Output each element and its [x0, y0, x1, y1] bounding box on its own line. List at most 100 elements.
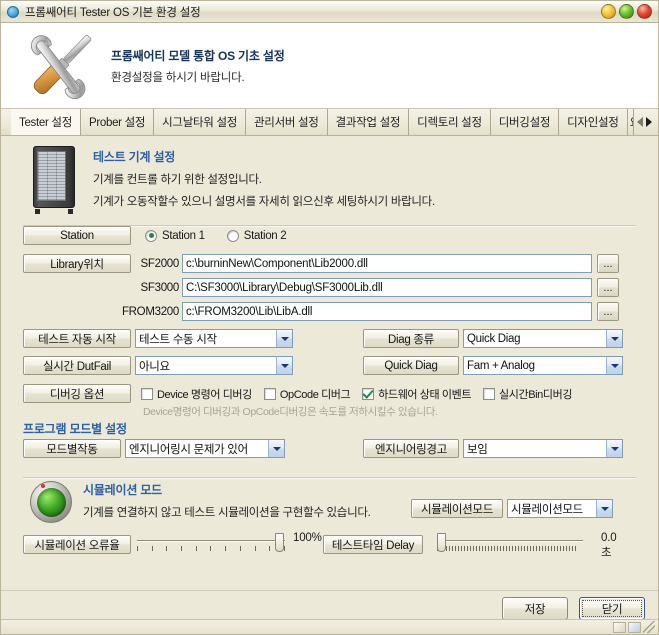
library-input-sf3000[interactable]: C:\SF3000\Library\Debug\SF3000Lib.dll — [182, 278, 592, 297]
chevron-down-icon[interactable] — [606, 330, 622, 347]
diag-type-select[interactable]: Quick Diag — [463, 329, 623, 348]
station-label[interactable]: Station — [23, 226, 131, 245]
library-path-label[interactable]: Library위치 — [23, 254, 131, 273]
tab-admin-server-settings[interactable]: 관리서버 설정 — [246, 109, 328, 135]
tab-overflow-partial[interactable]: 요 — [628, 109, 634, 135]
eng-warn-label[interactable]: 엔지니어링경고 — [363, 439, 459, 458]
maximize-button-icon[interactable] — [619, 4, 634, 19]
library-input-from3200[interactable]: c:\FROM3200\Lib\LibA.dll — [182, 302, 592, 321]
tab-scroll-left-icon[interactable] — [637, 117, 643, 127]
checkbox-device-command-debug[interactable]: Device 명령어 디버깅 — [141, 386, 252, 402]
diag-type-label[interactable]: Diag 종류 — [363, 329, 459, 348]
save-button[interactable]: 저장 — [502, 597, 568, 620]
simulation-title: 시뮬레이션 모드 — [83, 483, 163, 497]
chevron-down-icon[interactable] — [268, 440, 284, 457]
radio-station-2[interactable]: Station 2 — [226, 229, 287, 242]
auto-start-select[interactable]: 테스트 수동 시작 — [135, 329, 293, 348]
diag-type-row: Diag 종류 Quick Diag — [363, 329, 623, 348]
resize-grip-icon[interactable] — [643, 621, 655, 633]
auto-start-label[interactable]: 테스트 자동 시작 — [23, 329, 131, 348]
quick-diag-select[interactable]: Fam + Analog — [463, 356, 623, 375]
close-button-icon[interactable] — [637, 4, 652, 19]
dutfail-label[interactable]: 실시간 DutFail — [23, 356, 131, 375]
radio-station-1[interactable]: Station 1 — [145, 229, 205, 242]
banner-subtitle: 환경설정을 하시기 바랍니다. — [111, 72, 245, 84]
simulation-text: 시뮬레이션 모드 기계를 연결하지 않고 테스트 시뮬레이션을 구현할수 있습니… — [83, 481, 371, 520]
library-browse-sf3000[interactable]: ... — [597, 278, 619, 297]
station-row: Station Station 1 Station 2 — [23, 226, 287, 245]
eng-warn-row: 엔지니어링경고 보임 — [363, 439, 623, 458]
checkbox-opcode-debug[interactable]: OpCode 디버그 — [263, 386, 351, 402]
chevron-down-icon[interactable] — [276, 330, 292, 347]
app-window: 프롬쌔어티 Tester OS 기본 환경 설정 프롬쌔어티 모델 통합 OS … — [0, 0, 659, 635]
status-cell-1 — [613, 621, 626, 633]
delay-label-wrap: 테스트타임 Delay — [323, 535, 423, 554]
auto-start-row: 테스트 자동 시작 테스트 수동 시작 — [23, 329, 293, 348]
dutfail-select[interactable]: 아니요 — [135, 356, 293, 375]
app-icon — [7, 5, 19, 18]
simulation-mode-label[interactable]: 시뮬레이션모드 — [411, 499, 503, 518]
simulation-mode-row: 시뮬레이션모드 시뮬레이션모드 — [411, 499, 613, 518]
slider-track — [137, 540, 285, 542]
mode-action-select[interactable]: 엔지니어링시 문제가 있어 — [125, 439, 285, 458]
quick-diag-label[interactable]: Quick Diag — [363, 356, 459, 375]
delay-value: 0.0초 — [601, 532, 617, 559]
mode-action-label[interactable]: 모드별작동 — [23, 439, 121, 458]
library-browse-sf2000[interactable]: ... — [597, 254, 619, 273]
chevron-down-icon[interactable] — [606, 357, 622, 374]
chevron-down-icon[interactable] — [596, 500, 612, 517]
window-title: 프롬쌔어티 Tester OS 기본 환경 설정 — [25, 6, 201, 19]
section-line-1: 기계를 컨트롤 하기 위한 설정입니다. — [93, 174, 262, 186]
debug-options-label[interactable]: 디버깅 옵션 — [23, 384, 131, 403]
library-input-sf2000[interactable]: c:\burninNew\Component\Lib2000.dll — [182, 254, 592, 273]
radio-dot-station-1 — [145, 229, 157, 242]
close-button[interactable]: 닫기 — [579, 597, 645, 620]
eng-warn-select[interactable]: 보임 — [463, 439, 623, 458]
window-controls — [601, 4, 652, 19]
tab-directory-settings[interactable]: 디렉토리 설정 — [409, 109, 491, 135]
delay-slider[interactable]: 0.0초 — [437, 532, 617, 559]
slider-thumb[interactable] — [275, 533, 284, 552]
tab-strip: Tester 설정 Prober 설정 시그날타워 설정 관리서버 설정 결과작… — [1, 109, 658, 136]
library-row-sf3000: SF3000 C:\SF3000\Library\Debug\SF3000Lib… — [131, 278, 639, 297]
tab-debugging-settings[interactable]: 디버깅설정 — [491, 109, 560, 135]
library-label-wrap: Library위치 — [23, 254, 131, 273]
chevron-down-icon[interactable] — [606, 440, 622, 457]
checkbox-box — [263, 387, 276, 400]
header-banner: 프롬쌔어티 모델 통합 OS 기초 설정 환경설정을 하시기 바랍니다. — [1, 23, 658, 109]
slider-thumb[interactable] — [437, 533, 446, 552]
library-browse-from3200[interactable]: ... — [597, 302, 619, 321]
section-header: 테스트 기계 설정 기계를 컨트롤 하기 위한 설정입니다. 기계가 오동작할수… — [1, 136, 658, 214]
checkbox-box — [483, 387, 496, 400]
tab-design-settings[interactable]: 디자인설정 — [559, 109, 628, 135]
tab-scroll-right-icon[interactable] — [646, 117, 652, 127]
error-rate-label[interactable]: 시뮬레이션 오류율 — [23, 535, 131, 554]
simulation-mode-select[interactable]: 시뮬레이션모드 — [507, 499, 613, 518]
checkbox-label: Device 명령어 디버깅 — [157, 388, 252, 401]
simulation-desc: 기계를 연결하지 않고 테스트 시뮬레이션을 구현할수 있습니다. — [83, 507, 371, 519]
minimize-button-icon[interactable] — [601, 4, 616, 19]
debug-hint-text: Device명령어 디버깅과 OpCode디버깅은 속도를 저하시킬수 있습니다… — [143, 406, 438, 418]
delay-label[interactable]: 테스트타임 Delay — [323, 535, 423, 554]
checkbox-label: OpCode 디버그 — [279, 388, 351, 401]
tab-scroll-controls — [637, 109, 658, 135]
debug-options-row: 디버깅 옵션 Device 명령어 디버깅 OpCode 디버그 하드웨어 상태… — [23, 384, 572, 403]
checkbox-realtime-bin-debug[interactable]: 실시간Bin디버깅 — [483, 386, 572, 402]
simulation-globe-icon — [30, 481, 72, 523]
auto-start-value: 테스트 수동 시작 — [139, 333, 217, 346]
checkbox-hardware-status-event[interactable]: 하드웨어 상태 이벤트 — [362, 386, 471, 402]
library-name-sf2000: SF2000 — [140, 257, 180, 270]
checkbox-box-checked — [362, 387, 375, 400]
dutfail-value: 아니요 — [139, 360, 170, 373]
diag-type-value: Quick Diag — [467, 332, 521, 345]
tab-result-job-settings[interactable]: 결과작업 설정 — [328, 109, 410, 135]
quick-diag-value: Fam + Analog — [467, 359, 535, 372]
mode-action-row: 모드별작동 엔지니어링시 문제가 있어 — [23, 439, 285, 458]
tab-tester-settings[interactable]: Tester 설정 — [11, 109, 81, 135]
tab-prober-settings[interactable]: Prober 설정 — [81, 109, 155, 135]
chevron-down-icon[interactable] — [276, 357, 292, 374]
tab-signal-tower-settings[interactable]: 시그날타워 설정 — [154, 109, 247, 135]
simulation-mode-value: 시뮬레이션모드 — [511, 503, 583, 516]
divider-2 — [23, 477, 636, 479]
error-rate-slider[interactable]: 100% — [137, 532, 322, 558]
